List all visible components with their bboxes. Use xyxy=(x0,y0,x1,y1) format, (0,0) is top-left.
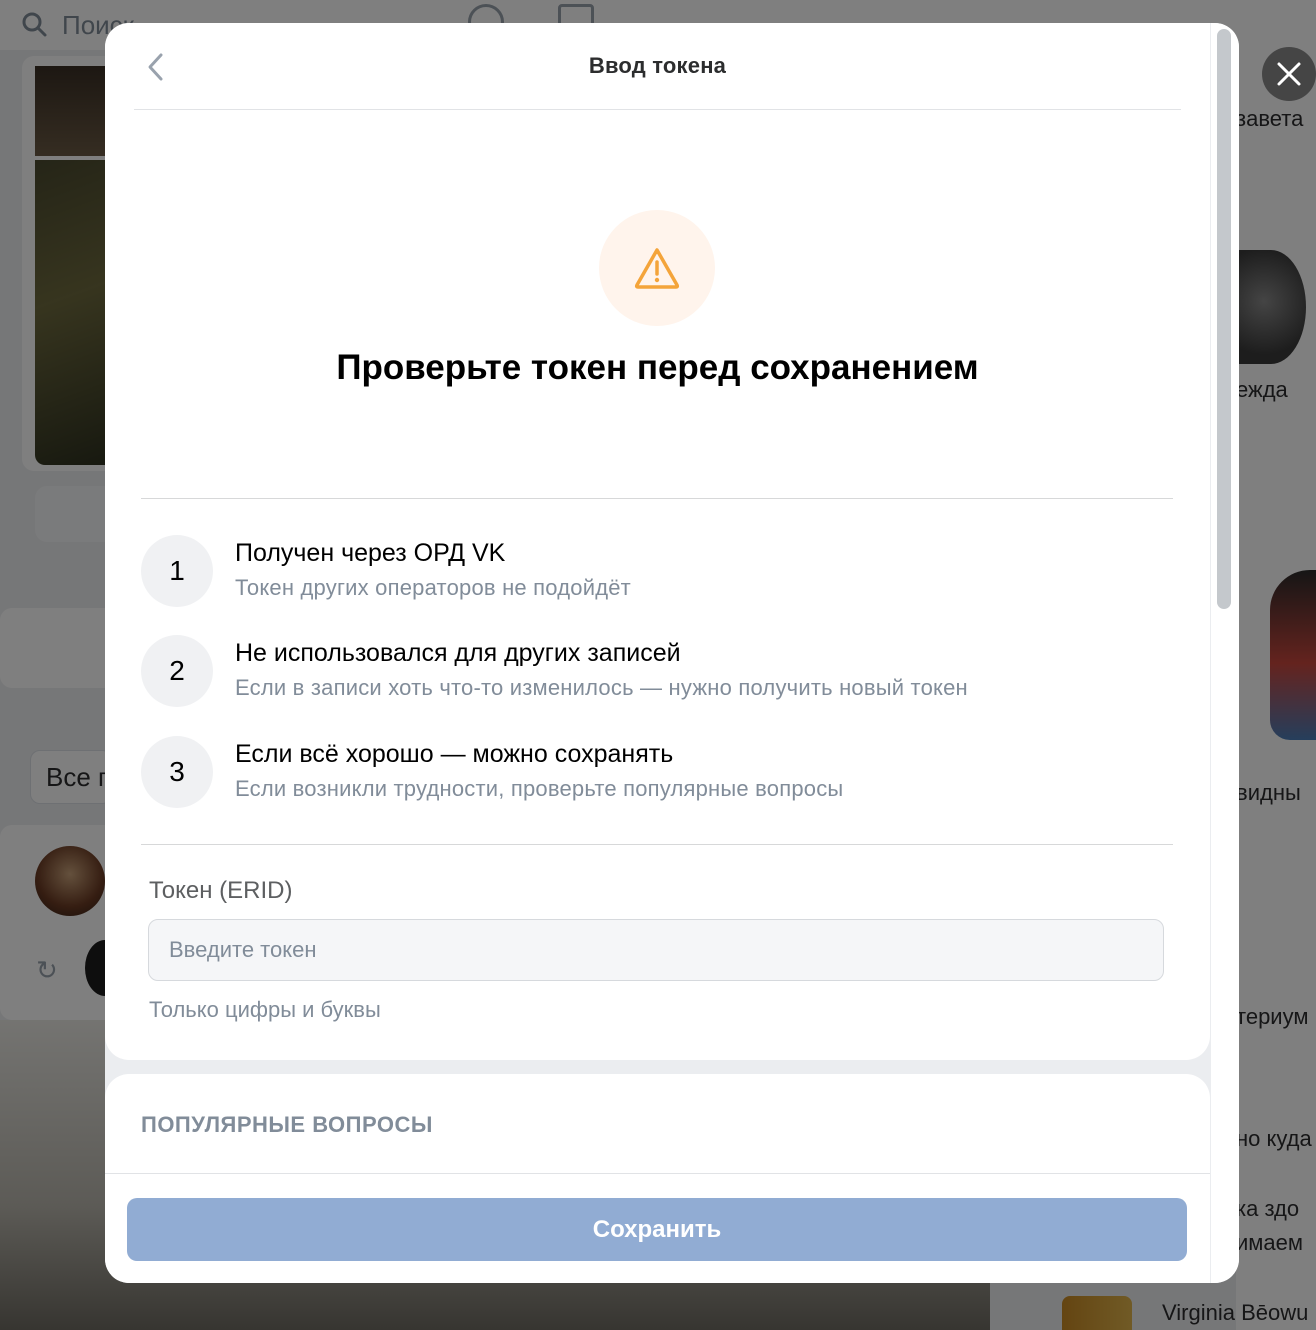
modal-title: Ввод токена xyxy=(588,53,727,78)
step-subtitle: Токен других операторов не подойдёт xyxy=(235,575,631,600)
step-title: Не использовался для других записей xyxy=(235,639,681,667)
step-title: Если всё хорошо — можно сохранять xyxy=(235,740,674,768)
modal-header: Ввод токена xyxy=(134,23,1181,110)
divider xyxy=(141,498,1173,499)
warning-triangle-icon xyxy=(634,248,680,289)
step-item: 2 Не использовался для других записей Ес… xyxy=(141,635,1181,709)
step-item: 3 Если всё хорошо — можно сохранять Если… xyxy=(141,736,1181,810)
token-field-hint: Только цифры и буквы xyxy=(149,997,381,1022)
faq-card: ПОПУЛЯРНЫЕ ВОПРОСЫ xyxy=(105,1074,1210,1173)
scrollbar-thumb[interactable] xyxy=(1217,29,1231,609)
save-button[interactable]: Сохранить xyxy=(127,1198,1187,1261)
modal-scroll-area[interactable]: Ввод токена Проверьте токен перед сохран… xyxy=(105,23,1210,1173)
step-subtitle: Если возникли трудности, проверьте попул… xyxy=(235,776,844,801)
step-number: 2 xyxy=(141,635,213,707)
warning-badge xyxy=(599,210,715,326)
close-button[interactable] xyxy=(1262,47,1316,101)
modal-headline: Проверьте токен перед сохранением xyxy=(336,348,979,387)
step-number: 3 xyxy=(141,736,213,808)
close-icon xyxy=(1277,62,1301,86)
divider xyxy=(141,844,1173,845)
step-item: 1 Получен через ОРД VK Токен других опер… xyxy=(141,535,1181,609)
token-input[interactable] xyxy=(148,919,1164,981)
modal-footer: Сохранить xyxy=(105,1173,1210,1283)
step-subtitle: Если в записи хоть что-то изменилось — н… xyxy=(235,675,968,700)
step-title: Получен через ОРД VK xyxy=(235,539,506,567)
step-number: 1 xyxy=(141,535,213,607)
token-field-label: Токен (ERID) xyxy=(149,877,293,904)
token-modal: Ввод токена Проверьте токен перед сохран… xyxy=(105,23,1239,1283)
modal-main-card: Ввод токена Проверьте токен перед сохран… xyxy=(105,23,1210,1060)
faq-title: ПОПУЛЯРНЫЕ ВОПРОСЫ xyxy=(141,1112,433,1137)
